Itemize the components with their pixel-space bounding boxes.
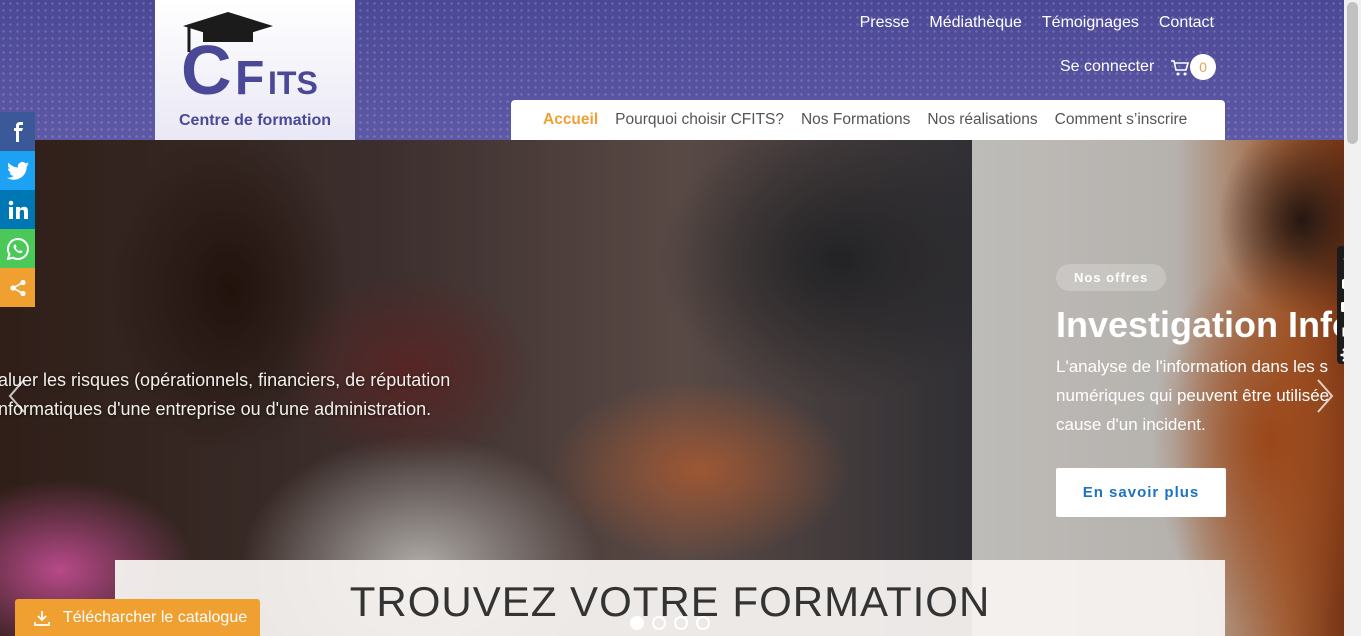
hero-carousel: aluer les risques (opérationnels, financ… [0, 140, 1344, 636]
carousel-dot[interactable] [630, 616, 644, 630]
svg-text:C: C [181, 31, 232, 102]
share-icon [9, 279, 26, 296]
site-logo[interactable]: C F ITS Centre de formation [155, 0, 355, 140]
site-header: C F ITS Centre de formation Presse Média… [0, 0, 1344, 140]
page-scrollbar[interactable] [1344, 0, 1361, 636]
cart-count-badge: 0 [1190, 54, 1216, 80]
linkedin-icon [8, 200, 28, 219]
mainnav-inscrire[interactable]: Comment s’inscrire [1055, 111, 1188, 129]
slide-description: aluer les risques (opérationnels, financ… [0, 370, 451, 419]
graduation-cap-logo-icon: C F ITS [181, 12, 318, 102]
social-share-bar [0, 112, 35, 307]
slide-title: Investigation Info [1056, 304, 1344, 345]
carousel-dot[interactable] [696, 616, 710, 630]
carousel-prev-arrow-icon[interactable] [6, 376, 30, 416]
download-icon [34, 610, 50, 626]
top-navigation: Presse Médiathèque Témoignages Contact [860, 14, 1214, 32]
mainnav-accueil[interactable]: Accueil [543, 111, 598, 129]
svg-text:F: F [235, 52, 264, 102]
learn-more-button[interactable]: En savoir plus [1056, 468, 1226, 517]
facebook-icon [13, 121, 23, 142]
offers-badge: Nos offres [1056, 264, 1167, 291]
carousel-dot[interactable] [674, 616, 688, 630]
carousel-dot[interactable] [652, 616, 666, 630]
main-navigation: Accueil Pourquoi choisir CFITS? Nos Form… [511, 100, 1225, 140]
download-catalog-button[interactable]: Télécharcher le catalogue [15, 599, 260, 636]
topnav-contact[interactable]: Contact [1159, 14, 1214, 32]
cart-button[interactable]: 0 [1170, 54, 1216, 80]
scrollbar-thumb[interactable] [1347, 2, 1358, 144]
topnav-mediatheque[interactable]: Médiathèque [929, 14, 1022, 32]
whatsapp-share-button[interactable] [0, 229, 35, 268]
mainnav-formations[interactable]: Nos Formations [801, 111, 910, 129]
mainnav-realisations[interactable]: Nos réalisations [927, 111, 1037, 129]
download-catalog-label: Télécharcher le catalogue [63, 608, 248, 626]
whatsapp-icon [6, 237, 29, 260]
topnav-temoignages[interactable]: Témoignages [1042, 14, 1139, 32]
cart-icon [1171, 60, 1190, 76]
login-link[interactable]: Se connecter [1060, 58, 1154, 76]
carousel-next-arrow-icon[interactable] [1312, 376, 1336, 416]
twitter-share-button[interactable] [0, 151, 35, 190]
mainnav-pourquoi[interactable]: Pourquoi choisir CFITS? [615, 111, 784, 129]
topnav-presse[interactable]: Presse [860, 14, 910, 32]
svg-text:ITS: ITS [268, 65, 318, 101]
linkedin-share-button[interactable] [0, 190, 35, 229]
share-button[interactable] [0, 268, 35, 307]
logo-tagline: Centre de formation [178, 112, 331, 129]
carousel-dots [630, 616, 710, 630]
slide-description-2: L'analyse de l'information dans les s nu… [1056, 357, 1330, 434]
facebook-share-button[interactable] [0, 112, 35, 151]
twitter-icon [6, 161, 29, 180]
